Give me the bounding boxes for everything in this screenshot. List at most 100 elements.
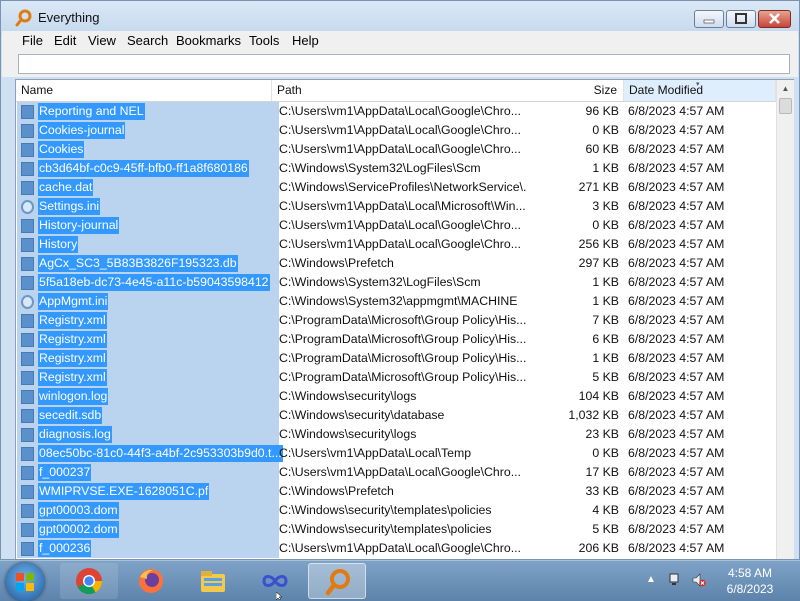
menu-search[interactable]: Search xyxy=(127,33,168,48)
file-name: f_000237 xyxy=(38,464,92,481)
path-cell: C:\Users\vm1\AppData\Local\Microsoft\Win… xyxy=(279,199,526,213)
clock-date: 6/8/2023 xyxy=(726,582,774,596)
file-name: Registry.xml xyxy=(38,350,107,367)
name-cell[interactable]: Reporting and NEL xyxy=(17,102,279,121)
file-explorer-icon xyxy=(201,571,225,592)
table-row[interactable]: 5f5a18eb-dc73-4e45-a11c-b59043598412 C:\W… xyxy=(16,273,776,292)
menu-file[interactable]: File xyxy=(22,33,43,48)
table-row[interactable]: Registry.xml C:\ProgramData\Microsoft\Gro… xyxy=(16,349,776,368)
taskbar-infinity-app[interactable] xyxy=(246,563,304,599)
name-cell[interactable]: History-journal xyxy=(17,216,279,235)
system-clock[interactable]: 4:58 AM 6/8/2023 xyxy=(714,565,786,597)
name-cell[interactable]: Registry.xml xyxy=(17,311,279,330)
name-cell[interactable]: Cookies xyxy=(17,140,279,159)
table-row[interactable]: Cookies C:\Users\vm1\AppData\Local\Google… xyxy=(16,140,776,159)
table-row[interactable]: History-journal C:\Users\vm1\AppData\Loca… xyxy=(16,216,776,235)
name-cell[interactable]: History xyxy=(17,235,279,254)
table-row[interactable]: gpt00003.dom C:\Windows\security\template… xyxy=(16,501,776,520)
taskbar-chrome[interactable] xyxy=(60,563,118,599)
path-cell: C:\Users\vm1\AppData\Local\Google\Chro..… xyxy=(279,104,521,118)
menu-view[interactable]: View xyxy=(88,33,116,48)
network-icon[interactable] xyxy=(668,572,682,588)
maximize-icon xyxy=(735,13,747,24)
taskbar-firefox[interactable] xyxy=(122,563,180,599)
infinity-app-icon xyxy=(262,575,288,587)
close-button[interactable] xyxy=(758,10,791,28)
table-row[interactable]: Settings.ini C:\Users\vm1\AppData\Local\M… xyxy=(16,197,776,216)
file-name: gpt00003.dom xyxy=(38,502,119,519)
name-cell[interactable]: 08ec50bc-81c0-44f3-a4bf-2c953303b9d0.t..… xyxy=(17,444,283,463)
file-name: cache.dat xyxy=(38,179,94,196)
menu-help[interactable]: Help xyxy=(292,33,319,48)
table-row[interactable]: cb3d64bf-c0c9-45ff-bfb0-ff1a8f680186 C:\W… xyxy=(16,159,776,178)
menu-edit[interactable]: Edit xyxy=(54,33,76,48)
table-row[interactable]: diagnosis.log C:\Windows\security\logs 23 … xyxy=(16,425,776,444)
file-icon xyxy=(21,390,34,404)
table-row[interactable]: AgCx_SC3_5B83B3826F195323.db C:\Windows\P… xyxy=(16,254,776,273)
title-bar[interactable]: Everything xyxy=(1,1,799,35)
menu-tools[interactable]: Tools xyxy=(249,33,279,48)
table-row[interactable]: 08ec50bc-81c0-44f3-a4bf-2c953303b9d0.t..… xyxy=(16,444,776,463)
name-cell[interactable]: cache.dat xyxy=(17,178,279,197)
name-cell[interactable]: Registry.xml xyxy=(17,330,279,349)
file-name: Settings.ini xyxy=(38,198,101,215)
column-date-modified[interactable]: Date Modified xyxy=(624,80,776,101)
name-cell[interactable]: gpt00003.dom xyxy=(17,501,279,520)
path-cell: C:\Windows\security\templates\policies xyxy=(279,522,492,536)
path-cell: C:\Users\vm1\AppData\Local\Temp xyxy=(279,446,472,460)
table-row[interactable]: AppMgmt.ini C:\Windows\System32\appmgmt\M… xyxy=(16,292,776,311)
size-cell: 271 KB xyxy=(578,180,619,194)
table-row[interactable]: f_000236 C:\Users\vm1\AppData\Local\Googl… xyxy=(16,539,776,558)
volume-muted-icon[interactable] xyxy=(692,572,706,588)
name-cell[interactable]: Cookies-journal xyxy=(17,121,279,140)
taskbar-everything[interactable] xyxy=(308,563,366,599)
path-cell: C:\ProgramData\Microsoft\Group Policy\Hi… xyxy=(279,351,527,365)
scroll-up-icon[interactable]: ▲ xyxy=(777,80,794,97)
minimize-button[interactable] xyxy=(694,10,724,28)
name-cell[interactable]: Registry.xml xyxy=(17,349,279,368)
date-modified-cell: 6/8/2023 4:57 AM xyxy=(628,123,725,137)
table-row[interactable]: secedit.sdb C:\Windows\security\database 1… xyxy=(16,406,776,425)
name-cell[interactable]: Settings.ini xyxy=(17,197,279,216)
column-name[interactable]: Name xyxy=(16,80,272,101)
taskbar-file-explorer[interactable] xyxy=(184,563,242,599)
table-row[interactable]: Cookies-journal C:\Users\vm1\AppData\Loca… xyxy=(16,121,776,140)
size-cell: 206 KB xyxy=(578,541,619,555)
column-size[interactable]: Size xyxy=(544,80,624,101)
name-cell[interactable]: winlogon.log xyxy=(17,387,279,406)
table-row[interactable]: winlogon.log C:\Windows\security\logs 104 … xyxy=(16,387,776,406)
name-cell[interactable]: diagnosis.log xyxy=(17,425,279,444)
name-cell[interactable]: AppMgmt.ini xyxy=(17,292,279,311)
name-cell[interactable]: 5f5a18eb-dc73-4e45-a11c-b59043598412 xyxy=(17,273,279,292)
table-row[interactable]: gpt00002.dom C:\Windows\security\template… xyxy=(16,520,776,539)
table-row[interactable]: cache.dat C:\Windows\ServiceProfiles\Netw… xyxy=(16,178,776,197)
table-row[interactable]: Reporting and NEL C:\Users\vm1\AppData\Lo… xyxy=(16,102,776,121)
start-button[interactable] xyxy=(6,563,44,601)
show-hidden-icons-icon[interactable]: ▲ xyxy=(646,574,656,585)
scroll-thumb[interactable] xyxy=(779,98,792,114)
menu-bookmarks[interactable]: Bookmarks xyxy=(176,33,241,48)
date-modified-cell: 6/8/2023 4:57 AM xyxy=(628,218,725,232)
table-row[interactable]: Registry.xml C:\ProgramData\Microsoft\Gro… xyxy=(16,330,776,349)
table-row[interactable]: History C:\Users\vm1\AppData\Local\Google… xyxy=(16,235,776,254)
maximize-button[interactable] xyxy=(726,10,756,28)
name-cell[interactable]: WMIPRVSE.EXE-1628051C.pf xyxy=(17,482,279,501)
vertical-scrollbar[interactable]: ▲ xyxy=(776,80,794,559)
date-modified-cell: 6/8/2023 4:57 AM xyxy=(628,446,725,460)
path-cell: C:\Windows\Prefetch xyxy=(279,256,394,270)
table-row[interactable]: WMIPRVSE.EXE-1628051C.pf C:\Windows\Prefe… xyxy=(16,482,776,501)
mouse-cursor-icon xyxy=(276,592,282,600)
name-cell[interactable]: AgCx_SC3_5B83B3826F195323.db xyxy=(17,254,279,273)
name-cell[interactable]: cb3d64bf-c0c9-45ff-bfb0-ff1a8f680186 xyxy=(17,159,279,178)
table-row[interactable]: f_000237 C:\Users\vm1\AppData\Local\Googl… xyxy=(16,463,776,482)
file-icon xyxy=(21,257,34,271)
table-row[interactable]: Registry.xml C:\ProgramData\Microsoft\Gro… xyxy=(16,311,776,330)
name-cell[interactable]: f_000237 xyxy=(17,463,279,482)
table-row[interactable]: Registry.xml C:\ProgramData\Microsoft\Gro… xyxy=(16,368,776,387)
name-cell[interactable]: f_000236 xyxy=(17,539,279,558)
search-input[interactable] xyxy=(18,54,790,74)
file-name: AppMgmt.ini xyxy=(38,293,109,310)
name-cell[interactable]: gpt00002.dom xyxy=(17,520,279,539)
name-cell[interactable]: secedit.sdb xyxy=(17,406,279,425)
name-cell[interactable]: Registry.xml xyxy=(17,368,279,387)
